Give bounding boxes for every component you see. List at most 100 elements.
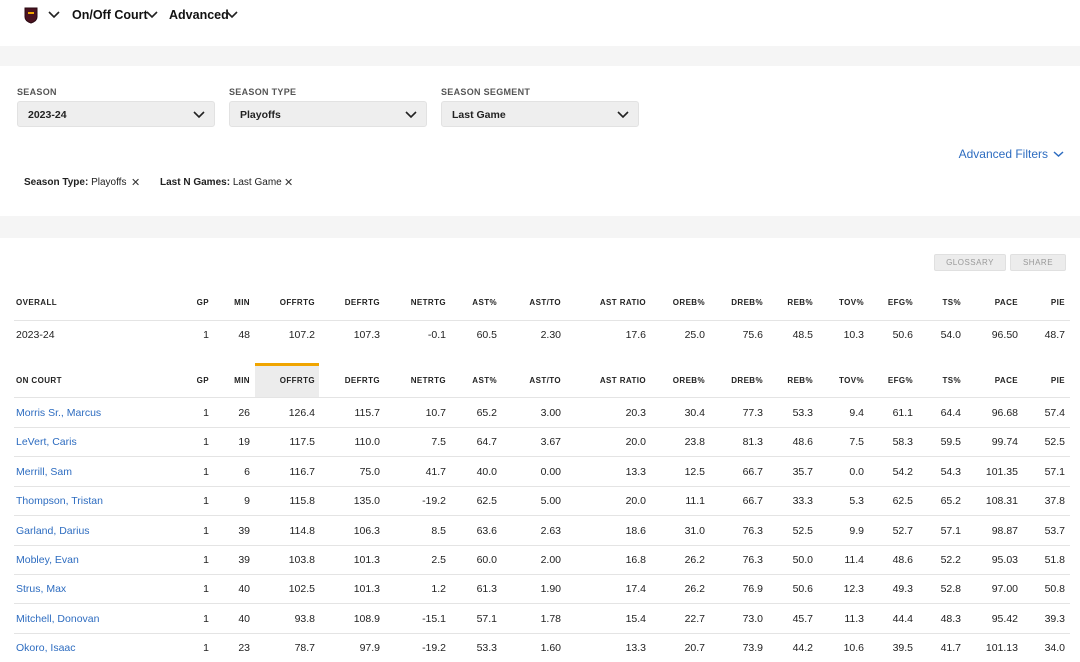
overall-header-min[interactable]: MIN xyxy=(234,298,250,307)
chevron-down-icon[interactable] xyxy=(226,10,238,19)
stat-cell: 40 xyxy=(238,612,250,625)
player-name-link[interactable]: LeVert, Caris xyxy=(16,436,77,448)
row-divider xyxy=(14,320,1070,321)
player-name-link[interactable]: Mitchell, Donovan xyxy=(16,613,99,625)
stat-cell: 41.7 xyxy=(940,642,961,655)
overall-header-pie[interactable]: PIE xyxy=(1051,298,1065,307)
on_court-header-defrtg[interactable]: DEFRTG xyxy=(345,376,380,385)
player-name-link[interactable]: Merrill, Sam xyxy=(16,466,72,478)
stat-cell: 126.4 xyxy=(288,407,315,419)
on_court-header-oreb-[interactable]: OREB% xyxy=(673,376,705,385)
overall-header-ast-ratio[interactable]: AST RATIO xyxy=(600,298,646,307)
stat-cell: 15.4 xyxy=(625,612,646,625)
chevron-down-icon[interactable] xyxy=(146,10,158,19)
on_court-header-efg-[interactable]: EFG% xyxy=(888,376,913,385)
overall-header-ast-to[interactable]: AST/TO xyxy=(529,298,561,307)
stat-cell: 52.5 xyxy=(1044,436,1065,449)
overall-header-offrtg[interactable]: OFFRTG xyxy=(280,298,315,307)
season-value: 2023-24 xyxy=(28,109,67,121)
stat-cell: 58.3 xyxy=(892,436,913,449)
stat-cell: 49.3 xyxy=(892,583,913,596)
overall-header-oreb-[interactable]: OREB% xyxy=(673,298,705,307)
on_court-header-pace[interactable]: PACE xyxy=(995,376,1018,385)
overall-header-ast-[interactable]: AST% xyxy=(472,298,497,307)
on_court-header-gp[interactable]: GP xyxy=(197,376,209,385)
season-type-select[interactable]: Playoffs xyxy=(229,101,427,127)
on_court-header-ts-[interactable]: TS% xyxy=(942,376,961,385)
on_court-header-min[interactable]: MIN xyxy=(234,376,250,385)
share-button[interactable]: SHARE xyxy=(1010,254,1066,271)
stat-cell: 20.0 xyxy=(625,495,646,508)
stat-cell: 1.78 xyxy=(540,612,561,625)
season-segment-select[interactable]: Last Game xyxy=(441,101,639,127)
stat-cell: 16.8 xyxy=(625,554,646,566)
overall-header-efg-[interactable]: EFG% xyxy=(888,298,913,307)
stat-cell: 62.5 xyxy=(476,495,497,508)
overall-header-reb-[interactable]: REB% xyxy=(787,298,813,307)
stat-cell: 3.67 xyxy=(540,436,561,449)
player-name-link[interactable]: Mobley, Evan xyxy=(16,554,79,566)
remove-chip-icon[interactable]: ✕ xyxy=(131,176,140,189)
on_court-header-tov-[interactable]: TOV% xyxy=(839,376,864,385)
on_court-header-offrtg[interactable]: OFFRTG xyxy=(280,376,315,385)
on_court-header-pie[interactable]: PIE xyxy=(1051,376,1065,385)
stat-cell: 26.2 xyxy=(684,554,705,566)
glossary-button[interactable]: GLOSSARY xyxy=(934,254,1006,271)
chevron-down-icon[interactable] xyxy=(1053,150,1064,158)
overall-header-pace[interactable]: PACE xyxy=(995,298,1018,307)
stat-cell: 50.6 xyxy=(792,583,813,596)
stat-cell: 23 xyxy=(238,642,250,655)
on_court-header-ast-ratio[interactable]: AST RATIO xyxy=(600,376,646,385)
stat-cell: 54.3 xyxy=(940,465,961,478)
player-name-link[interactable]: Morris Sr., Marcus xyxy=(16,407,101,419)
on_court-header-ast-[interactable]: AST% xyxy=(472,376,497,385)
remove-chip-icon[interactable]: ✕ xyxy=(284,176,293,189)
stat-cell: 93.8 xyxy=(294,612,315,625)
stat-cell: 66.7 xyxy=(742,495,763,508)
on_court-header-reb-[interactable]: REB% xyxy=(787,376,813,385)
overall-header-ts-[interactable]: TS% xyxy=(942,298,961,307)
player-name-link[interactable]: Strus, Max xyxy=(16,583,66,595)
player-name-link[interactable]: Garland, Darius xyxy=(16,525,90,537)
overall-header-gp[interactable]: GP xyxy=(197,298,209,307)
on_court-header-dreb-[interactable]: DREB% xyxy=(731,376,763,385)
stat-cell: 0.00 xyxy=(540,465,561,478)
team-logo-icon[interactable] xyxy=(24,7,38,24)
player-name-link[interactable]: Thompson, Tristan xyxy=(16,495,103,507)
stat-cell: 39 xyxy=(238,524,250,537)
stat-cell: 23.8 xyxy=(684,436,705,449)
on_court-header-netrtg[interactable]: NETRTG xyxy=(411,376,446,385)
stat-cell: 1 xyxy=(203,407,209,419)
stat-cell: 12.3 xyxy=(843,583,864,596)
on_court-header-ast-to[interactable]: AST/TO xyxy=(529,376,561,385)
stat-cell: 17.4 xyxy=(625,583,646,596)
player-name-link[interactable]: Okoro, Isaac xyxy=(16,642,76,654)
on_court-header-label: ON COURT xyxy=(16,376,62,385)
chevron-down-icon[interactable] xyxy=(48,10,60,19)
stat-cell: 2.63 xyxy=(540,524,561,537)
season-select[interactable]: 2023-24 xyxy=(17,101,215,127)
advanced-filters-toggle[interactable]: Advanced Filters xyxy=(959,147,1048,161)
stat-cell: 54.0 xyxy=(940,329,961,341)
overall-header-netrtg[interactable]: NETRTG xyxy=(411,298,446,307)
nav-on-off-court[interactable]: On/Off Court xyxy=(72,8,148,22)
nav-advanced[interactable]: Advanced xyxy=(169,8,229,22)
stat-cell: 1 xyxy=(203,554,209,566)
overall-header-tov-[interactable]: TOV% xyxy=(839,298,864,307)
stat-cell: 57.1 xyxy=(476,612,497,625)
chevron-down-icon xyxy=(405,111,417,119)
stat-cell: 1 xyxy=(203,583,209,596)
overall-header-dreb-[interactable]: DREB% xyxy=(731,298,763,307)
stat-cell: 44.2 xyxy=(792,642,813,655)
season-type-label: SEASON TYPE xyxy=(229,87,297,97)
stat-cell: 110.0 xyxy=(354,436,381,449)
stat-cell: 50.0 xyxy=(792,554,813,566)
overall-header-defrtg[interactable]: DEFRTG xyxy=(345,298,380,307)
stat-cell: 48.5 xyxy=(792,329,813,341)
stat-cell: 20.0 xyxy=(625,436,646,449)
stat-cell: 13.3 xyxy=(625,465,646,478)
stat-cell: 75.6 xyxy=(742,329,763,341)
stat-cell: 65.2 xyxy=(476,407,497,419)
stat-cell: 102.5 xyxy=(288,583,315,596)
stat-cell: 11.1 xyxy=(685,495,705,508)
